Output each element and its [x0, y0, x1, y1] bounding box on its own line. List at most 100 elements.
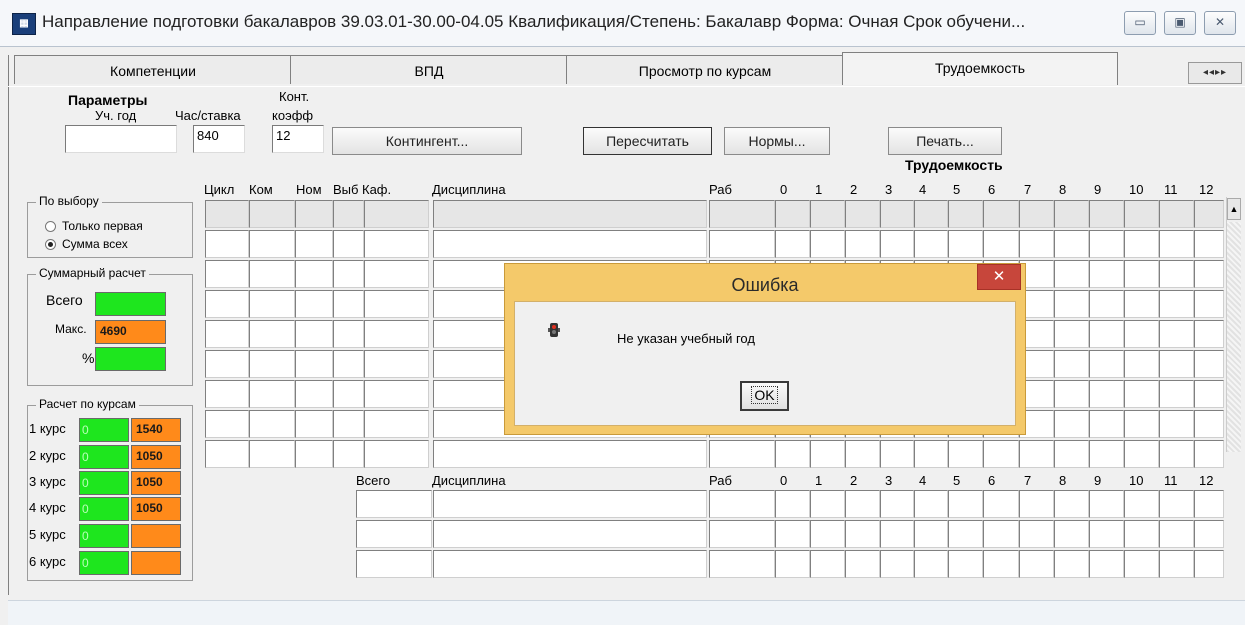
tab-labor-intensity[interactable]: Трудоемкость: [842, 52, 1118, 85]
scroll-thumb[interactable]: [1227, 222, 1241, 452]
grid-cell[interactable]: [249, 410, 295, 438]
grid-cell[interactable]: [1159, 290, 1194, 318]
grid-cell[interactable]: [948, 200, 983, 228]
grid2-cell[interactable]: [1159, 490, 1194, 518]
tab-competencies[interactable]: Компетенции: [14, 55, 292, 84]
grid-cell[interactable]: [775, 230, 810, 258]
grid-cell[interactable]: [1194, 380, 1224, 408]
year-input[interactable]: [65, 125, 177, 153]
grid-cell[interactable]: [1054, 320, 1089, 348]
grid-cell[interactable]: [983, 440, 1019, 468]
grid-cell[interactable]: [1089, 380, 1124, 408]
grid-cell[interactable]: [845, 230, 880, 258]
grid-cell[interactable]: [333, 260, 364, 288]
grid2-cell[interactable]: [1159, 550, 1194, 578]
tab-scroll-arrows[interactable]: ◂◂▸▸: [1188, 62, 1242, 84]
grid2-cell[interactable]: [1054, 550, 1089, 578]
grid-cell[interactable]: [1089, 290, 1124, 318]
grid-cell[interactable]: [1054, 440, 1089, 468]
grid2-cell[interactable]: [1194, 520, 1224, 548]
tab-vpd[interactable]: ВПД: [290, 55, 568, 84]
grid-cell[interactable]: [1054, 380, 1089, 408]
grid-cell[interactable]: [1194, 320, 1224, 348]
norms-button[interactable]: Нормы...: [724, 127, 830, 155]
grid2-cell[interactable]: [1089, 550, 1124, 578]
grid-cell[interactable]: [295, 320, 333, 348]
grid-cell[interactable]: [364, 200, 429, 228]
minimize-button[interactable]: ▭: [1124, 11, 1156, 35]
grid-cell[interactable]: [709, 200, 775, 228]
grid-cell[interactable]: [249, 350, 295, 378]
grid-cell[interactable]: [295, 260, 333, 288]
close-window-button[interactable]: ✕: [1204, 11, 1236, 35]
grid2-cell[interactable]: [1089, 490, 1124, 518]
app-grid-icon[interactable]: ▦: [12, 13, 36, 35]
grid2-cell[interactable]: [948, 550, 983, 578]
grid-cell[interactable]: [810, 230, 845, 258]
grid-cell[interactable]: [1159, 200, 1194, 228]
grid-cell[interactable]: [433, 440, 707, 468]
grid2-cell[interactable]: [914, 550, 948, 578]
grid2-cell[interactable]: [845, 490, 880, 518]
grid2-cell[interactable]: [775, 550, 810, 578]
scroll-up-button[interactable]: ▲: [1227, 198, 1241, 220]
grid-cell[interactable]: [810, 200, 845, 228]
grid-cell[interactable]: [1089, 350, 1124, 378]
grid-cell[interactable]: [810, 440, 845, 468]
grid-cell[interactable]: [1159, 230, 1194, 258]
grid-cell[interactable]: [1089, 200, 1124, 228]
dialog-ok-button[interactable]: OK: [740, 381, 789, 411]
grid-cell[interactable]: [364, 290, 429, 318]
grid-cell[interactable]: [845, 440, 880, 468]
grid2-cell[interactable]: [775, 490, 810, 518]
grid-cell[interactable]: [205, 320, 249, 348]
grid-cell[interactable]: [1159, 320, 1194, 348]
dialog-close-button[interactable]: ✕: [977, 264, 1021, 290]
grid-cell[interactable]: [249, 440, 295, 468]
grid-cell[interactable]: [295, 410, 333, 438]
grid-cell[interactable]: [1159, 350, 1194, 378]
grid2-cell[interactable]: [1019, 550, 1054, 578]
grid-cell[interactable]: [1194, 350, 1224, 378]
grid-cell[interactable]: [948, 440, 983, 468]
grid2-cell[interactable]: [810, 490, 845, 518]
grid-cell[interactable]: [295, 200, 333, 228]
grid2-cell[interactable]: [1194, 550, 1224, 578]
grid2-cell[interactable]: [356, 520, 432, 548]
grid-cell[interactable]: [914, 200, 948, 228]
grid-cell[interactable]: [1159, 440, 1194, 468]
grid2-cell[interactable]: [983, 520, 1019, 548]
grid-cell[interactable]: [1054, 260, 1089, 288]
grid-cell[interactable]: [1124, 290, 1159, 318]
grid-cell[interactable]: [333, 200, 364, 228]
grid2-cell[interactable]: [1194, 490, 1224, 518]
grid-cell[interactable]: [333, 320, 364, 348]
grid-cell[interactable]: [775, 440, 810, 468]
grid-cell[interactable]: [845, 200, 880, 228]
grid2-cell[interactable]: [845, 550, 880, 578]
coef-input[interactable]: 12: [272, 125, 324, 153]
recalculate-button[interactable]: Пересчитать: [583, 127, 712, 155]
grid-cell[interactable]: [983, 230, 1019, 258]
grid-cell[interactable]: [205, 290, 249, 318]
grid2-cell[interactable]: [433, 550, 707, 578]
grid2-cell[interactable]: [810, 520, 845, 548]
grid-cell[interactable]: [205, 260, 249, 288]
grid2-cell[interactable]: [1124, 490, 1159, 518]
grid-cell[interactable]: [1054, 350, 1089, 378]
grid-cell[interactable]: [709, 440, 775, 468]
grid-cell[interactable]: [249, 260, 295, 288]
grid-cell[interactable]: [205, 200, 249, 228]
grid-cell[interactable]: [1194, 260, 1224, 288]
grid2-cell[interactable]: [948, 520, 983, 548]
grid-cell[interactable]: [295, 440, 333, 468]
grid-cell[interactable]: [1054, 410, 1089, 438]
grid-cell[interactable]: [295, 380, 333, 408]
rate-input[interactable]: 840: [193, 125, 245, 153]
grid-cell[interactable]: [1194, 410, 1224, 438]
grid-cell[interactable]: [1089, 440, 1124, 468]
grid-cell[interactable]: [205, 410, 249, 438]
grid2-cell[interactable]: [914, 490, 948, 518]
grid-cell[interactable]: [1124, 410, 1159, 438]
grid-cell[interactable]: [249, 200, 295, 228]
